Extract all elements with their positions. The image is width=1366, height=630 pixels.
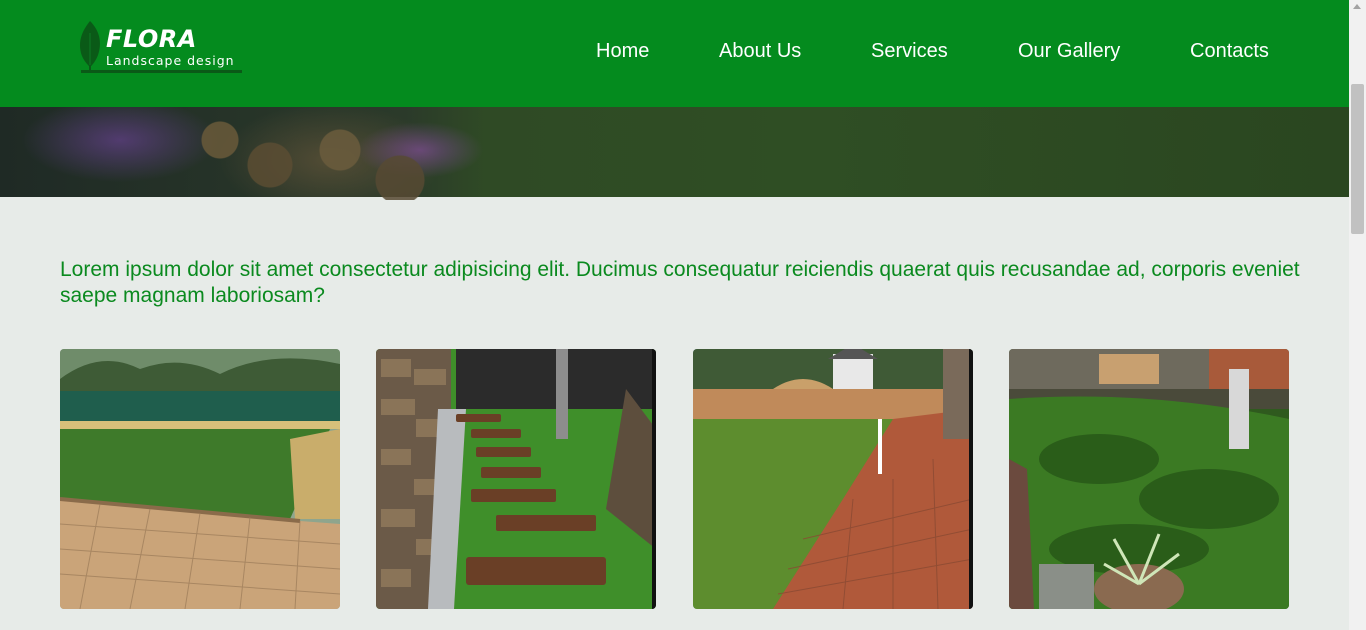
- gallery-grid: [60, 349, 1290, 609]
- main-nav: Home About Us Services Our Gallery Conta…: [0, 40, 1349, 66]
- nav-link-about-us[interactable]: About Us: [719, 40, 801, 63]
- nav-link-contacts[interactable]: Contacts: [1190, 40, 1269, 63]
- page-viewport: FLORA Landscape design Home About Us Ser…: [0, 0, 1349, 630]
- scroll-up-arrow-icon[interactable]: [1353, 4, 1361, 9]
- nav-link-our-gallery[interactable]: Our Gallery: [1018, 40, 1120, 63]
- hero-rocks-decoration: [190, 110, 460, 200]
- brand-underline: [81, 70, 242, 73]
- gallery-image-4[interactable]: [1009, 349, 1289, 609]
- gallery-image-3[interactable]: [693, 349, 973, 609]
- scrollbar-thumb[interactable]: [1351, 84, 1364, 234]
- intro-paragraph: Lorem ipsum dolor sit amet consectetur a…: [60, 258, 1300, 307]
- nav-link-home[interactable]: Home: [596, 40, 649, 63]
- vertical-scrollbar[interactable]: [1349, 0, 1366, 630]
- gallery-image-1[interactable]: [60, 349, 340, 609]
- gallery-image-2[interactable]: [376, 349, 656, 609]
- site-header: FLORA Landscape design Home About Us Ser…: [0, 0, 1349, 107]
- nav-link-services[interactable]: Services: [871, 40, 948, 63]
